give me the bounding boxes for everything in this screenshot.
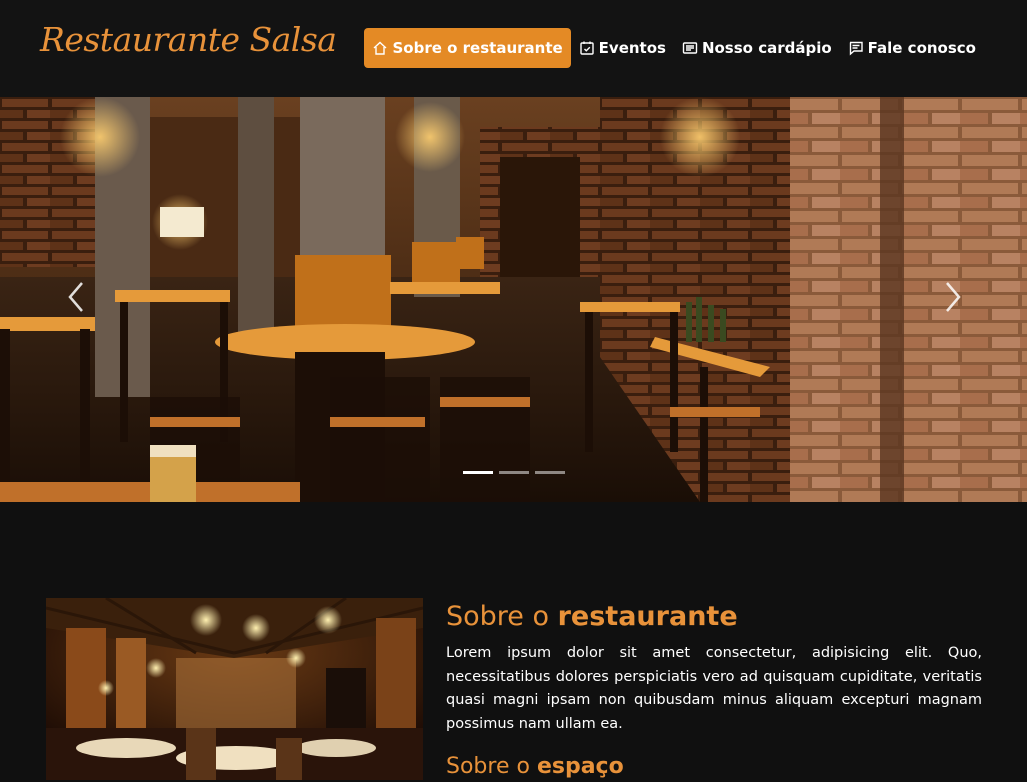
space-title-prefix: Sobre o [446, 754, 537, 779]
calendar-check-icon [579, 41, 594, 55]
nav-item-label: Nosso cardápio [701, 39, 832, 57]
space-title: Sobre o espaço [446, 752, 982, 782]
about-restaurant-photo [46, 598, 423, 780]
hero-carousel[interactable] [0, 97, 1027, 502]
chevron-left-icon [68, 282, 83, 312]
card-text-icon [682, 42, 698, 54]
carousel-indicators [463, 471, 565, 474]
main-nav: Sobre o restaurante Eventos Nosso cardáp… [364, 28, 984, 68]
site-header: Restaurante Salsa Sobre o restaurante Ev… [0, 0, 1027, 97]
about-title-emphasis: restaurante [557, 601, 738, 632]
nav-item-label: Fale conosco [867, 39, 976, 57]
space-title-emphasis: espaço [536, 754, 624, 779]
about-title-prefix: Sobre o [446, 601, 558, 632]
about-title: Sobre o restaurante [446, 598, 982, 636]
nav-item-about[interactable]: Sobre o restaurante [364, 28, 571, 68]
logo[interactable]: Restaurante Salsa [40, 20, 337, 59]
nav-item-contact[interactable]: Fale conosco [840, 28, 984, 68]
carousel-prev-button[interactable] [62, 277, 92, 317]
carousel-indicator-2[interactable] [499, 471, 529, 474]
about-description: Lorem ipsum dolor sit amet consectetur, … [446, 645, 982, 732]
carousel-indicator-3[interactable] [535, 471, 565, 474]
home-icon [374, 41, 387, 55]
nav-item-label: Sobre o restaurante [392, 39, 563, 57]
nav-item-menu[interactable]: Nosso cardápio [674, 28, 840, 68]
nav-item-events[interactable]: Eventos [571, 28, 674, 68]
about-section: Sobre o restaurante Lorem ipsum dolor si… [446, 598, 982, 782]
chevron-right-icon [946, 282, 961, 312]
carousel-next-button[interactable] [937, 277, 967, 317]
nav-item-label: Eventos [598, 39, 666, 57]
chat-text-icon [849, 41, 863, 56]
carousel-indicator-1[interactable] [463, 471, 493, 474]
restaurant-interior-photo [0, 97, 1027, 502]
